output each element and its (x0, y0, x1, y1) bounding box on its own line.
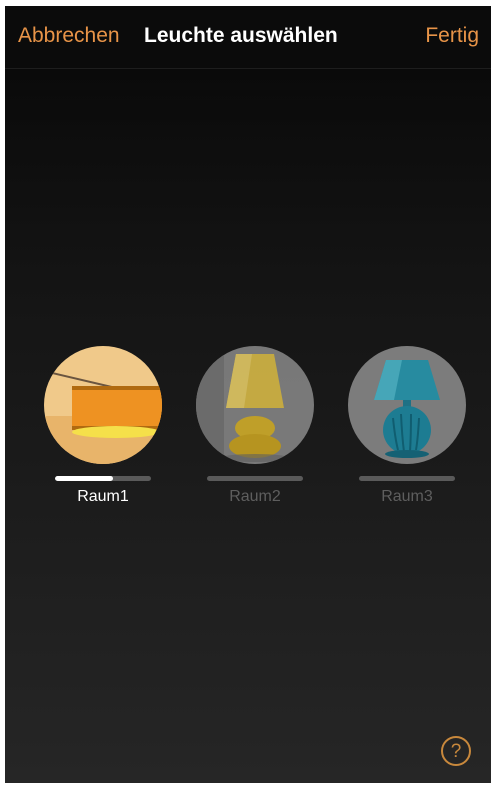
lamp-item-raum2[interactable]: Raum2 (190, 346, 320, 506)
lamp-label-raum1: Raum1 (77, 488, 129, 505)
lamp-label-raum3: Raum3 (381, 488, 433, 505)
done-button[interactable]: Fertig (425, 24, 479, 48)
lamp-level-bar-raum1 (55, 476, 151, 481)
lamp-label-raum2: Raum2 (229, 488, 281, 505)
lamp-level-bar-raum2 (207, 476, 303, 481)
cancel-button[interactable]: Abbrechen (18, 24, 120, 48)
app-screen: Abbrechen Leuchte auswählen Fertig Raum1 (5, 6, 491, 783)
lamp-image-raum3 (348, 346, 466, 464)
lamp-item-raum1[interactable]: Raum1 (38, 346, 168, 506)
lamp-image-raum2 (196, 346, 314, 464)
help-icon[interactable]: ? (441, 736, 471, 766)
lamp-item-raum3[interactable]: Raum3 (342, 346, 472, 506)
lamp-image-raum1 (44, 346, 162, 464)
page-title: Leuchte auswählen (144, 24, 338, 47)
lamp-level-fill-raum1 (55, 476, 113, 481)
lamp-level-bar-raum3 (359, 476, 455, 481)
top-bar: Abbrechen Leuchte auswählen Fertig (5, 6, 491, 69)
